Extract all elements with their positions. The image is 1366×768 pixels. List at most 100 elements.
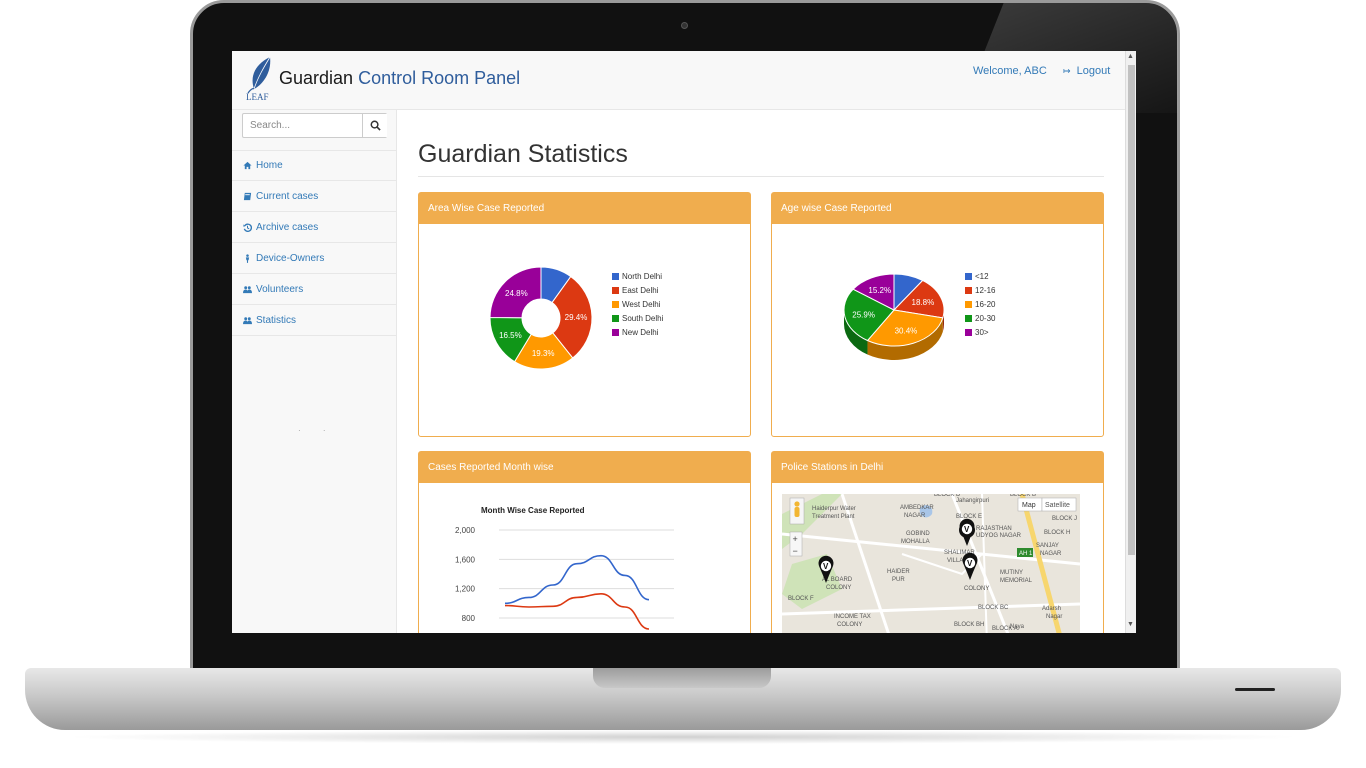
pie-slice-label: 30.4% [895, 327, 918, 336]
users-icon [243, 285, 252, 293]
sidebar-item-statistics[interactable]: Statistics [232, 305, 397, 336]
legend-label: 30> [975, 327, 989, 337]
map-label: PUR [892, 577, 905, 583]
map-type-satellite-label: Satellite [1045, 502, 1070, 509]
y-tick-label: 1,600 [455, 555, 476, 564]
zoom-in-button[interactable]: + [793, 534, 798, 544]
scroll-thumb[interactable] [1128, 65, 1135, 555]
police-stations-map[interactable]: Haiderpur Water Treatment Plant AMBEDKAR NA… [782, 494, 1080, 633]
legend-entry: 20-30 [965, 311, 995, 325]
panel-title: Police Stations in Delhi [772, 452, 1103, 483]
legend-entry: 12-16 [965, 283, 995, 297]
y-tick-label: 2,000 [455, 526, 476, 535]
map-label: BLOCK B [1010, 494, 1036, 498]
legend-entry: South Delhi [612, 311, 663, 325]
map-label: BLOCK BC [978, 605, 1009, 611]
map-label: Jahangirpuri [956, 498, 989, 504]
map-label: RAJASTHAN [976, 526, 1012, 532]
sidebar-nav: Home Current cases Archive cases Device-… [232, 150, 397, 336]
panel-area-wise: Area Wise Case Reported 29.4% 19.3% 16.5% 2… [418, 192, 751, 437]
pie-slice-label: 29.4% [565, 313, 588, 322]
map-label: MUTINY [1000, 570, 1023, 576]
pie-slice-label: 15.2% [868, 286, 891, 295]
sidebar-item-label: Device-Owners [256, 252, 325, 264]
logo-text: LEAF [246, 92, 269, 102]
map-label: GOBIND [906, 531, 930, 537]
legend-swatch [612, 286, 619, 294]
search-group [242, 113, 387, 138]
ah1-label: AH 1 [1019, 551, 1033, 557]
legend-label: 20-30 [975, 313, 996, 323]
laptop-notch [593, 668, 771, 688]
map-label: BLOCK F [788, 596, 814, 602]
line-series[interactable] [504, 554, 650, 605]
legend-entry: 16-20 [965, 297, 995, 311]
svg-text:V: V [967, 559, 973, 568]
panel-title: Cases Reported Month wise [419, 452, 750, 483]
map-label: BLOCK J [1052, 516, 1077, 522]
scroll-down-arrow-icon[interactable]: ▼ [1127, 621, 1134, 628]
map-label: COLONY [964, 586, 989, 592]
legend-label: 12-16 [975, 285, 996, 295]
sidebar-item-volunteers[interactable]: Volunteers [232, 274, 397, 305]
legend-swatch [965, 314, 972, 322]
brand-title[interactable]: Guardian Control Room Panel [279, 68, 520, 89]
laptop-shadow [60, 730, 1306, 744]
svg-text:V: V [823, 562, 829, 571]
legend-entry: West Delhi [612, 297, 663, 311]
title-divider [418, 176, 1104, 177]
users-icon [243, 316, 252, 324]
logout-link[interactable]: ↦ Logout [1063, 65, 1110, 77]
sidebar-item-label: Statistics [256, 314, 297, 326]
pie-slice-label: 24.8% [505, 289, 528, 298]
sidebar-item-label: Home [256, 160, 283, 171]
user-icon [245, 253, 250, 263]
panel-title: Age wise Case Reported [772, 193, 1103, 224]
legend-label: East Delhi [622, 285, 659, 295]
sidebar: Home Current cases Archive cases Device-… [232, 110, 397, 633]
pegman-icon [794, 501, 800, 507]
sidebar-item-device-owners[interactable]: Device-Owners [232, 243, 397, 274]
home-icon [243, 161, 252, 170]
map-label: BLOCK BH [954, 622, 984, 628]
zoom-out-button[interactable]: − [793, 546, 798, 556]
pie-slice-label: 19.3% [532, 349, 555, 358]
sidebar-item-current-cases[interactable]: Current cases [232, 181, 397, 212]
logout-icon: ↦ [1063, 66, 1071, 76]
screen: LEAF Guardian Control Room Panel Welcome… [232, 51, 1136, 633]
welcome-user-link[interactable]: Welcome, ABC [973, 65, 1047, 77]
loading-dots: · · [298, 426, 336, 435]
legend-swatch [612, 272, 619, 280]
panel-age-wise: Age wise Case Reported 18.8% 30.4% 25.9% 15… [771, 192, 1104, 437]
legend-swatch [612, 314, 619, 322]
search-button[interactable] [362, 114, 387, 137]
page-title: Guardian Statistics [418, 140, 628, 168]
map-label: COLONY [826, 585, 851, 591]
sidebar-item-label: Volunteers [256, 283, 304, 295]
webcam [681, 22, 688, 29]
book-icon [243, 192, 252, 200]
sidebar-item-label: Archive cases [256, 221, 319, 233]
map-label: SANJAY [1036, 543, 1059, 549]
area-wise-legend: North Delhi East Delhi West Delhi South Del… [612, 269, 663, 339]
sidebar-item-archive-cases[interactable]: Archive cases [232, 212, 397, 243]
map-label: NAGAR [1040, 551, 1062, 557]
legend-label: 16-20 [975, 299, 996, 309]
legend-label: South Delhi [622, 313, 664, 323]
legend-swatch [965, 328, 972, 336]
map-label: AMBEDKAR [900, 505, 934, 511]
legend-label: <12 [975, 271, 989, 281]
legend-label: West Delhi [622, 299, 661, 309]
line-series[interactable] [504, 592, 650, 630]
laptop-led [1235, 688, 1275, 691]
sidebar-item-home[interactable]: Home [232, 150, 397, 181]
map-type-map-label: Map [1022, 502, 1036, 509]
search-input[interactable] [243, 114, 363, 137]
brand-rest: Control Room Panel [353, 68, 521, 88]
map-label: Nagar [1046, 614, 1062, 620]
scroll-up-arrow-icon[interactable]: ▲ [1127, 53, 1134, 60]
legend-entry: East Delhi [612, 283, 663, 297]
age-wise-legend: <12 12-16 16-20 20-30 30> [965, 269, 995, 339]
line-chart-title: Month Wise Case Reported [481, 506, 585, 515]
page-scrollbar[interactable]: ▲ ▼ [1125, 51, 1136, 633]
